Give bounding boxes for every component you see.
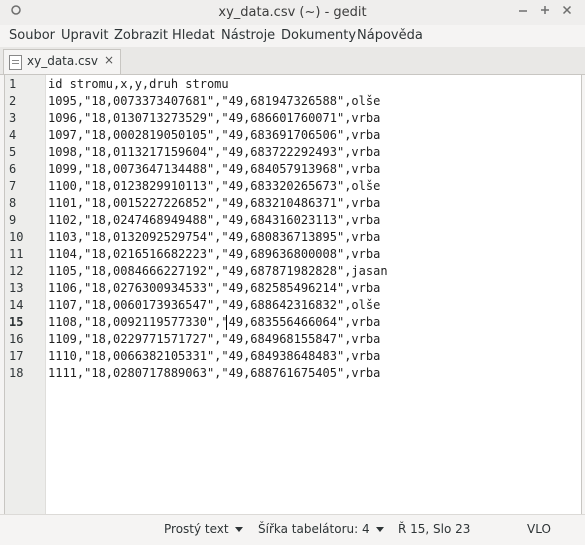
chevron-down-icon [234,527,243,532]
text-line[interactable]: 1098,"18,0113217159604","49,683722292493… [48,145,380,159]
text-line[interactable]: 1106,"18,0276300934533","49,682585496214… [48,281,380,295]
text-line-current[interactable]: 1108,"18,0092119577330","49,683556466064… [48,315,380,329]
cursor-position: Ř 15, Slo 23 [398,522,471,536]
text-line[interactable]: id stromu,x,y,druh stromu [48,77,229,91]
title-bar: xy_data.csv (~) - gedit [0,0,585,26]
menu-soubor[interactable]: Soubor [9,28,55,43]
line-number: 18 [9,366,24,380]
menu-bar: Soubor Upravit Zobrazit Hledat Nástroje … [0,25,585,47]
line-number: 11 [9,247,24,261]
line-number: 3 [9,111,17,125]
line-number: 4 [9,128,17,142]
tab-close-icon[interactable]: × [104,53,114,67]
insert-mode-indicator[interactable]: VLO [527,522,551,536]
line-number-gutter: 1 2 3 4 5 6 7 8 9 10 11 12 13 14 15 16 1… [5,75,46,514]
document-icon [9,55,22,70]
tab-width-selector[interactable]: Šířka tabelátoru: 4 [258,522,384,536]
minimize-icon[interactable] [515,4,531,20]
menu-hledat[interactable]: Hledat [172,28,215,43]
text-line[interactable]: 1103,"18,0132092529754","49,680836713895… [48,230,380,244]
text-line[interactable]: 1099,"18,0073647134488","49,684057913968… [48,162,380,176]
line-number: 5 [9,145,17,159]
line-number-current: 15 [9,315,24,329]
language-label: Prostý text [164,522,229,536]
chevron-down-icon [375,527,384,532]
text-line[interactable]: 1096,"18,0130713273529","49,686601760071… [48,111,380,125]
line-number: 16 [9,332,24,346]
menu-napoveda[interactable]: Nápověda [357,28,423,43]
tab-width-label: Šířka tabelátoru: 4 [258,522,370,536]
text-line[interactable]: 1104,"18,0216516682223","49,689636800008… [48,247,380,261]
menu-nastroje[interactable]: Nástroje [221,28,275,43]
line-number: 7 [9,179,17,193]
status-bar: Prostý text Šířka tabelátoru: 4 Ř 15, Sl… [0,514,585,545]
text-line[interactable]: 1095,"18,0073373407681","49,681947326588… [48,94,380,108]
text-line[interactable]: 1105,"18,0084666227192","49,687871982828… [48,264,388,278]
line-number: 2 [9,94,17,108]
line-number: 8 [9,196,17,210]
line-number: 6 [9,162,17,176]
text-line[interactable]: 1101,"18,0015227226852","49,683210486371… [48,196,380,210]
line-number: 13 [9,281,24,295]
maximize-icon[interactable] [537,4,553,20]
line-number: 14 [9,298,24,312]
menu-dokumenty[interactable]: Dokumenty [281,28,356,43]
text-line[interactable]: 1100,"18,0123829910113","49,683320265673… [48,179,380,193]
text-line[interactable]: 1109,"18,0229771571727","49,684968155847… [48,332,380,346]
menu-zobrazit[interactable]: Zobrazit [114,28,168,43]
line-number: 12 [9,264,24,278]
line-number: 9 [9,213,17,227]
text-line[interactable]: 1102,"18,0247468949488","49,684316023113… [48,213,380,227]
text-cursor [226,315,227,330]
text-line[interactable]: 1110,"18,0066382105331","49,684938648483… [48,349,380,363]
text-editor[interactable]: 1 2 3 4 5 6 7 8 9 10 11 12 13 14 15 16 1… [4,74,582,515]
language-selector[interactable]: Prostý text [164,522,243,536]
line-number: 17 [9,349,24,363]
tab-bar: xy_data.csv × [0,47,585,75]
close-icon[interactable] [559,4,575,20]
tab-label: xy_data.csv [27,54,98,68]
text-line[interactable]: 1097,"18,0002819050105","49,683691706506… [48,128,380,142]
tab-document[interactable]: xy_data.csv × [3,49,121,74]
text-line[interactable]: 1111,"18,0280717889063","49,688761675405… [48,366,380,380]
menu-upravit[interactable]: Upravit [61,28,108,43]
window-title: xy_data.csv (~) - gedit [218,5,367,20]
text-line[interactable]: 1107,"18,0060173936547","49,688642316832… [48,298,380,312]
line-number: 1 [9,77,17,91]
line-number: 10 [9,230,24,244]
